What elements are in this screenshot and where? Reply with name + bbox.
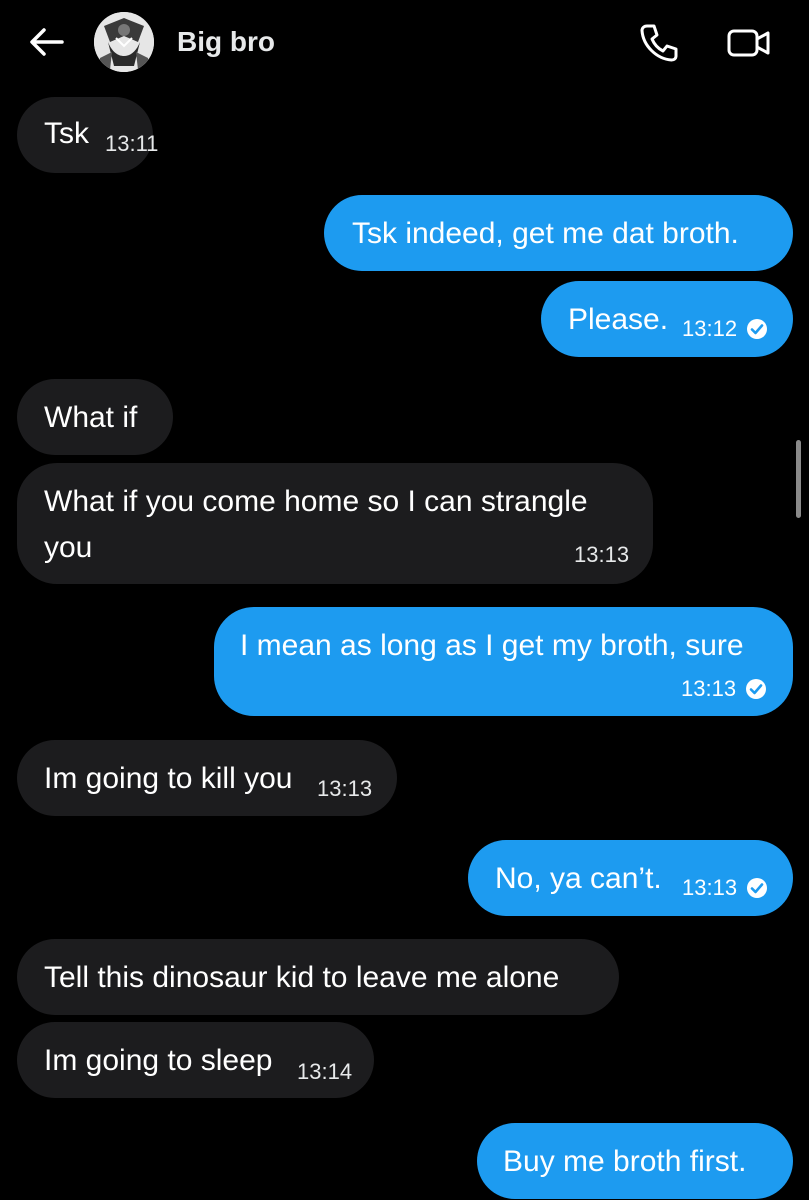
message-text: Im going to sleep xyxy=(44,1044,273,1077)
contact-name[interactable]: Big bro xyxy=(177,26,275,58)
chat-header: Big bro xyxy=(0,0,809,88)
message-outgoing[interactable]: I mean as long as I get my broth, sure 1… xyxy=(214,607,793,716)
message-text: Please. xyxy=(568,303,669,336)
message-text: I mean as long as I get my broth, sure xyxy=(240,629,744,662)
message-text: Buy me broth first. xyxy=(503,1145,747,1178)
message-outgoing[interactable]: No, ya can’t. 13:13 xyxy=(468,840,793,916)
message-outgoing[interactable]: Buy me broth first. xyxy=(477,1123,793,1199)
message-incoming[interactable]: Tell this dinosaur kid to leave me alone xyxy=(17,939,619,1015)
message-text: Tsk indeed, get me dat broth. xyxy=(352,217,739,250)
message-outgoing[interactable]: Please. 13:12 xyxy=(541,281,793,357)
read-check-icon xyxy=(747,319,767,339)
message-text: Tsk xyxy=(44,117,89,150)
video-camera-icon[interactable] xyxy=(727,26,771,60)
message-outgoing[interactable]: Tsk indeed, get me dat broth. xyxy=(324,195,793,271)
message-time: 13:13 xyxy=(317,776,373,801)
message-time: 13:12 xyxy=(682,316,738,341)
avatar-image xyxy=(94,12,154,72)
message-incoming[interactable]: Im going to sleep 13:14 xyxy=(17,1022,374,1098)
message-text-line-2: you xyxy=(44,531,93,564)
message-time: 13:14 xyxy=(297,1059,353,1084)
read-check-icon xyxy=(746,679,766,699)
message-incoming[interactable]: Im going to kill you 13:13 xyxy=(17,740,397,816)
read-check-icon xyxy=(747,878,767,898)
message-incoming[interactable]: Tsk 13:11 xyxy=(17,97,158,173)
message-incoming[interactable]: What if you come home so I can strangle … xyxy=(17,463,653,584)
message-text-line-1: What if you come home so I can strangle xyxy=(44,485,588,518)
message-incoming[interactable]: What if xyxy=(17,379,173,455)
message-text: Im going to kill you xyxy=(44,762,293,795)
message-text: No, ya can’t. xyxy=(495,862,662,895)
message-text: Tell this dinosaur kid to leave me alone xyxy=(44,961,560,994)
message-time: 13:13 xyxy=(681,676,737,701)
arrow-left-icon[interactable] xyxy=(28,26,64,58)
phone-icon[interactable] xyxy=(638,22,680,64)
scrollbar[interactable] xyxy=(796,440,801,518)
avatar[interactable] xyxy=(94,12,154,72)
message-time: 13:13 xyxy=(574,542,630,567)
message-text: What if xyxy=(44,401,138,434)
message-time: 13:13 xyxy=(682,875,738,900)
message-time: 13:11 xyxy=(105,131,159,156)
